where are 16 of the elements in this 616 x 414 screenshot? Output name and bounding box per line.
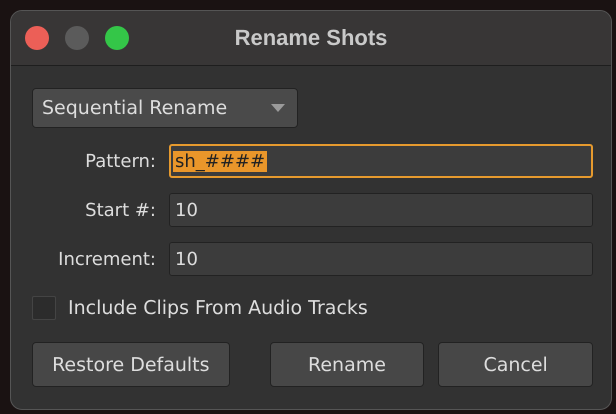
checkbox-label: Include Clips From Audio Tracks [68,297,368,319]
text-field[interactable]: sh_#### [169,144,593,178]
close-button[interactable] [25,26,49,50]
checkbox[interactable] [32,296,56,320]
field-label: Start #: [84,200,156,220]
field-label: Increment: [57,248,156,270]
dialog-button[interactable]: Rename [270,342,424,387]
dialog-button[interactable]: Restore Defaults [32,342,230,387]
text-field[interactable]: 10 [169,242,593,276]
text-field[interactable]: 10 [169,193,593,227]
window-title: Rename Shots [234,25,388,51]
zoom-button[interactable] [105,26,129,50]
caret-icon [271,104,285,112]
field-label: Pattern: [84,150,156,172]
mode-dropdown[interactable]: Sequential Rename [32,88,298,128]
dialog-button[interactable]: Cancel [438,342,594,387]
